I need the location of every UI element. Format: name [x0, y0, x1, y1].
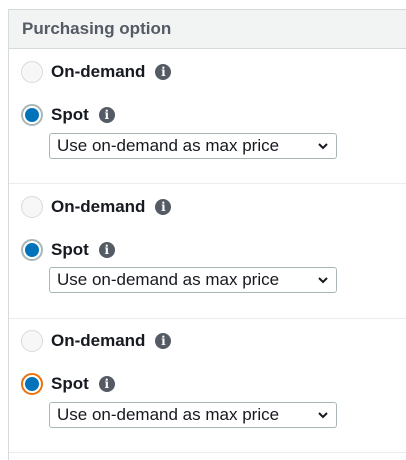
chevron-down-icon [317, 274, 329, 286]
info-icon[interactable]: i [155, 199, 172, 215]
spot-option[interactable]: Spot i [9, 371, 115, 397]
section-title: Purchasing option [22, 19, 172, 38]
spot-label: Spot [51, 374, 89, 393]
on-demand-option[interactable]: On-demand i [9, 59, 172, 85]
max-price-select[interactable]: Use on-demand as max price [49, 267, 337, 293]
purchasing-option-panel: Purchasing option On-demand i Spot i Use… [8, 9, 406, 460]
on-demand-radio[interactable] [21, 330, 43, 352]
spot-label: Spot [51, 240, 89, 259]
info-icon[interactable]: i [98, 376, 115, 392]
on-demand-option[interactable]: On-demand i [9, 194, 172, 220]
spot-radio[interactable] [21, 239, 43, 261]
on-demand-label: On-demand [51, 197, 146, 216]
chevron-down-icon [317, 140, 329, 152]
spot-label: Spot [51, 105, 89, 124]
spot-radio[interactable] [21, 104, 43, 126]
max-price-select[interactable]: Use on-demand as max price [49, 133, 337, 159]
chevron-down-icon [317, 409, 329, 421]
purchasing-option-group-1: On-demand i Spot i Use on-demand as max … [9, 49, 406, 184]
max-price-select-value: Use on-demand as max price [57, 270, 280, 289]
on-demand-option[interactable]: On-demand i [9, 328, 172, 354]
max-price-select-value: Use on-demand as max price [57, 405, 280, 424]
max-price-select[interactable]: Use on-demand as max price [49, 402, 337, 428]
max-price-select-value: Use on-demand as max price [57, 136, 280, 155]
info-icon[interactable]: i [98, 242, 115, 258]
purchasing-option-group-3: On-demand i Spot i Use on-demand as max … [9, 318, 406, 453]
on-demand-label: On-demand [51, 331, 146, 350]
on-demand-radio[interactable] [21, 61, 43, 83]
on-demand-radio[interactable] [21, 196, 43, 218]
spot-option[interactable]: Spot i [9, 102, 115, 128]
info-icon[interactable]: i [98, 107, 115, 123]
purchasing-option-group-2: On-demand i Spot i Use on-demand as max … [9, 184, 406, 319]
spot-option[interactable]: Spot i [9, 237, 115, 263]
info-icon[interactable]: i [155, 64, 172, 80]
spot-radio[interactable] [21, 373, 43, 395]
on-demand-label: On-demand [51, 62, 146, 81]
section-header: Purchasing option [9, 9, 406, 49]
info-icon[interactable]: i [155, 333, 172, 349]
